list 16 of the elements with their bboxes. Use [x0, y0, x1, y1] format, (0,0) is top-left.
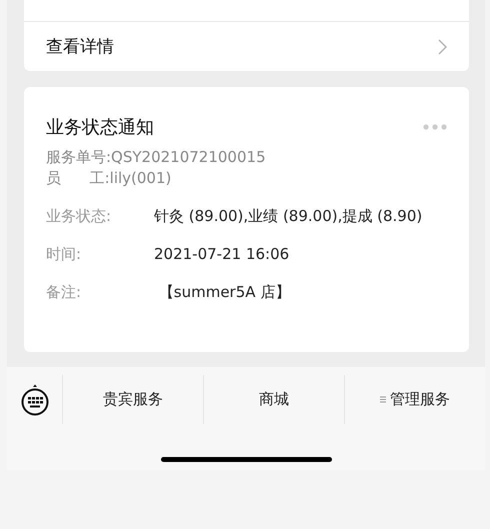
field-value: 2021-07-21 16:06: [154, 244, 290, 265]
field-label: 业务状态:: [46, 206, 112, 227]
menu-item[interactable]: 贵宾服务: [62, 375, 203, 424]
notice-title: 业务状态通知: [46, 116, 154, 139]
submenu-icon: [380, 396, 386, 403]
chevron-icon: [438, 38, 447, 54]
field-label: 备注:: [46, 282, 82, 303]
details-link[interactable]: 查看详情: [24, 22, 469, 71]
field-value: 【summer5A 店】: [158, 282, 290, 303]
menu-item[interactable]: 商城: [203, 375, 344, 424]
staff-text: 员 工:lily(001): [46, 168, 172, 189]
menu-item[interactable]: 管理服务: [344, 375, 485, 424]
keyboard-icon[interactable]: [20, 384, 50, 416]
field-value: 针灸 (89.00),业绩 (89.00),提成 (8.90): [154, 206, 422, 227]
field-label: 时间:: [46, 244, 82, 265]
order-number: 服务单号:QSY2021072100015: [46, 147, 267, 168]
